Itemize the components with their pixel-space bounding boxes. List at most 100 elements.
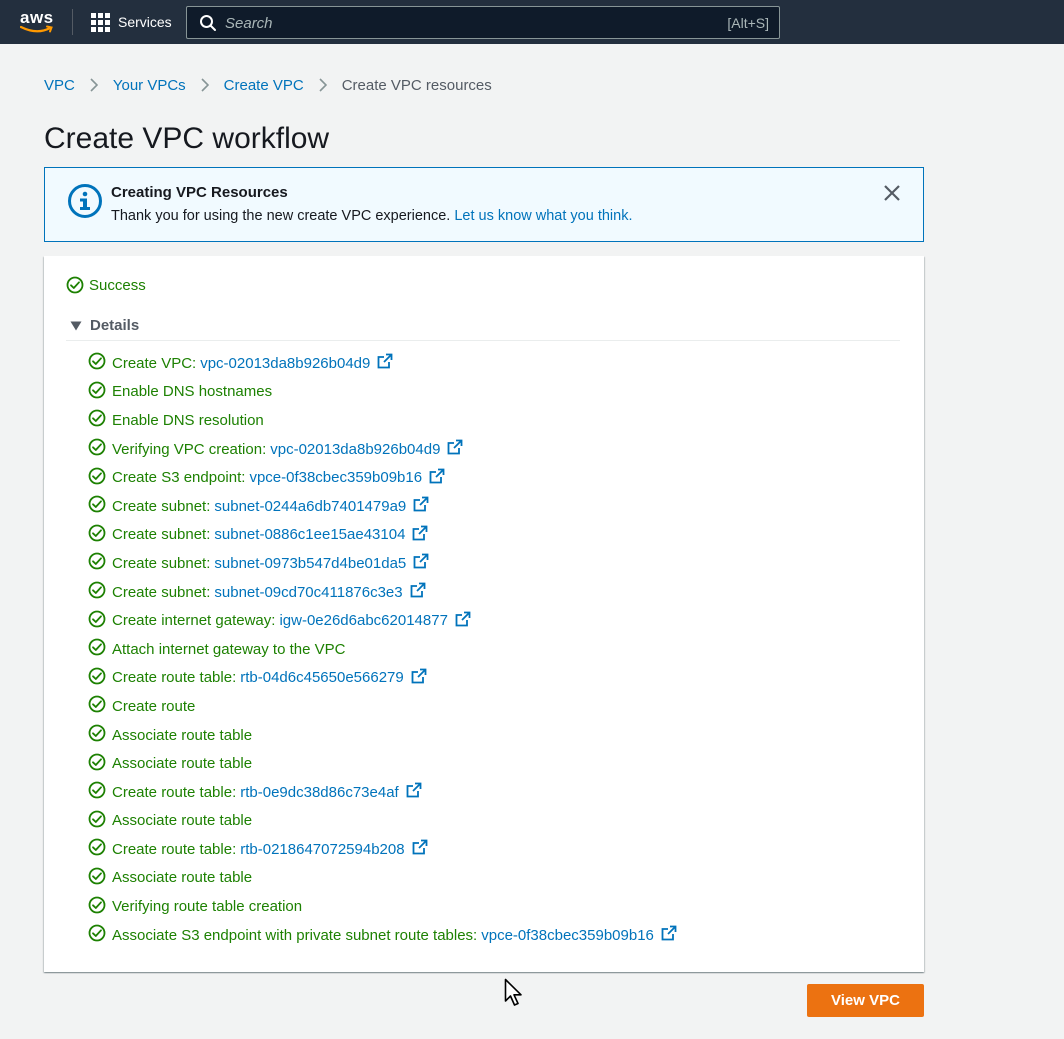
- step-label: Attach internet gateway to the VPC: [112, 640, 346, 658]
- chevron-right-icon: [319, 78, 327, 92]
- resource-id-link[interactable]: subnet-0244a6db7401479a9: [214, 498, 406, 515]
- step-item: Create subnet: subnet-09cd70c411876c3e3: [88, 578, 677, 607]
- resource-id-link[interactable]: rtb-0e9dc38d86c73e4af: [240, 784, 398, 801]
- resource-id-link[interactable]: rtb-04d6c45650e566279: [240, 669, 403, 686]
- step-label: Create route table:: [112, 840, 237, 858]
- check-circle-icon: [88, 810, 106, 832]
- services-menu-button[interactable]: Services: [91, 12, 172, 32]
- resource-id-link[interactable]: subnet-09cd70c411876c3e3: [214, 584, 402, 601]
- external-link-icon[interactable]: [406, 782, 422, 802]
- details-toggle[interactable]: Details: [70, 317, 139, 334]
- resource-id-link[interactable]: rtb-0218647072594b208: [240, 841, 404, 858]
- resource-id-link[interactable]: igw-0e26d6abc62014877: [279, 612, 447, 629]
- step-item: Enable DNS hostnames: [88, 378, 677, 407]
- resource-id-link[interactable]: subnet-0973b547d4be01da5: [214, 555, 406, 572]
- chevron-right-icon: [201, 78, 209, 92]
- resource-id-link[interactable]: vpc-02013da8b926b04d9: [200, 355, 370, 372]
- step-item: Create subnet: subnet-0886c1ee15ae43104: [88, 521, 677, 550]
- external-link-icon[interactable]: [412, 839, 428, 859]
- check-circle-icon: [88, 524, 106, 546]
- step-label: Associate S3 endpoint with private subne…: [112, 926, 478, 944]
- step-label: Create route table:: [112, 669, 237, 687]
- step-item: Associate route table: [88, 721, 677, 750]
- external-link-icon[interactable]: [447, 439, 463, 459]
- external-link-icon[interactable]: [413, 553, 429, 573]
- check-circle-icon: [88, 552, 106, 574]
- check-circle-icon: [66, 276, 84, 294]
- breadcrumb-create-vpc[interactable]: Create VPC: [224, 77, 304, 94]
- resource-id-link[interactable]: vpce-0f38cbec359b09b16: [481, 927, 654, 944]
- workflow-result-panel: Success Details Create VPC: vpc-02013da8b…: [44, 256, 924, 972]
- external-link-icon[interactable]: [429, 468, 445, 488]
- info-icon: [68, 184, 102, 218]
- external-link-icon[interactable]: [455, 611, 471, 631]
- steps-list: Create VPC: vpc-02013da8b926b04d9 Enable D…: [88, 349, 677, 949]
- step-item: Associate route table: [88, 864, 677, 893]
- check-circle-icon: [88, 753, 106, 775]
- step-label: Create subnet:: [112, 497, 211, 515]
- step-item: Create internet gateway: igw-0e26d6abc620…: [88, 606, 677, 635]
- step-item: Create subnet: subnet-0244a6db7401479a9: [88, 492, 677, 521]
- flash-message: Thank you for using the new create VPC e…: [111, 208, 451, 224]
- check-circle-icon: [88, 896, 106, 918]
- aws-logo[interactable]: aws: [20, 8, 56, 36]
- check-circle-icon: [88, 381, 106, 403]
- breadcrumb-current: Create VPC resources: [341, 76, 492, 94]
- flash-body: Thank you for using the new create VPC e…: [111, 208, 633, 224]
- search-input[interactable]: [225, 12, 695, 34]
- status-text: Success: [89, 276, 146, 294]
- step-label: Associate route table: [112, 812, 253, 830]
- check-circle-icon: [88, 438, 106, 460]
- logo-smile-icon: [20, 25, 53, 33]
- breadcrumb: VPC Your VPCs Create VPC Create VPC reso…: [44, 75, 492, 95]
- check-circle-icon: [88, 924, 106, 946]
- feedback-link[interactable]: Let us know what you think.: [454, 208, 632, 224]
- chevron-right-icon: [90, 78, 98, 92]
- step-item: Create VPC: vpc-02013da8b926b04d9: [88, 349, 677, 378]
- step-item: Create route table: rtb-0218647072594b208: [88, 835, 677, 864]
- breadcrumb-vpc[interactable]: VPC: [44, 77, 75, 94]
- top-navigation: aws Services [Alt+S]: [0, 0, 1064, 44]
- view-vpc-button[interactable]: View VPC: [807, 984, 924, 1017]
- check-circle-icon: [88, 838, 106, 860]
- external-link-icon[interactable]: [410, 582, 426, 602]
- page-title: Create VPC workflow: [44, 122, 330, 155]
- step-item: Create route table: rtb-0e9dc38d86c73e4af: [88, 778, 677, 807]
- resource-id-link[interactable]: vpce-0f38cbec359b09b16: [249, 469, 422, 486]
- check-circle-icon: [88, 638, 106, 660]
- search-shortcut-hint: [Alt+S]: [727, 15, 769, 31]
- external-link-icon[interactable]: [661, 925, 677, 945]
- breadcrumb-your-vpcs[interactable]: Your VPCs: [113, 77, 186, 94]
- step-item: Verifying VPC creation: vpc-02013da8b926b…: [88, 435, 677, 464]
- step-item: Create route: [88, 692, 677, 721]
- external-link-icon[interactable]: [377, 353, 393, 373]
- step-label: Create VPC:: [112, 354, 197, 372]
- details-label: Details: [90, 317, 140, 334]
- check-circle-icon: [88, 867, 106, 889]
- step-label: Create subnet:: [112, 583, 211, 601]
- info-flashbar: Creating VPC Resources Thank you for usi…: [44, 167, 924, 242]
- resource-id-link[interactable]: subnet-0886c1ee15ae43104: [214, 526, 405, 543]
- resource-id-link[interactable]: vpc-02013da8b926b04d9: [270, 441, 440, 458]
- external-link-icon[interactable]: [413, 496, 429, 516]
- search-box[interactable]: [Alt+S]: [186, 6, 780, 39]
- mouse-cursor-icon: [504, 978, 522, 1006]
- step-item: Associate S3 endpoint with private subne…: [88, 921, 677, 950]
- flash-title: Creating VPC Resources: [111, 184, 288, 201]
- details-divider: [66, 340, 900, 341]
- close-icon[interactable]: [883, 184, 901, 202]
- step-item: Create route table: rtb-04d6c45650e566279: [88, 664, 677, 693]
- check-circle-icon: [88, 467, 106, 489]
- step-label: Associate route table: [112, 755, 253, 773]
- step-label: Verifying route table creation: [112, 898, 303, 916]
- external-link-icon[interactable]: [412, 525, 428, 545]
- step-label: Create S3 endpoint:: [112, 469, 246, 487]
- step-item: Create S3 endpoint: vpce-0f38cbec359b09b1…: [88, 463, 677, 492]
- step-item: Associate route table: [88, 807, 677, 836]
- step-label: Associate route table: [112, 869, 253, 887]
- check-circle-icon: [88, 409, 106, 431]
- success-status: Success: [66, 276, 146, 294]
- step-label: Create subnet:: [112, 526, 211, 544]
- external-link-icon[interactable]: [411, 668, 427, 688]
- check-circle-icon: [88, 667, 106, 689]
